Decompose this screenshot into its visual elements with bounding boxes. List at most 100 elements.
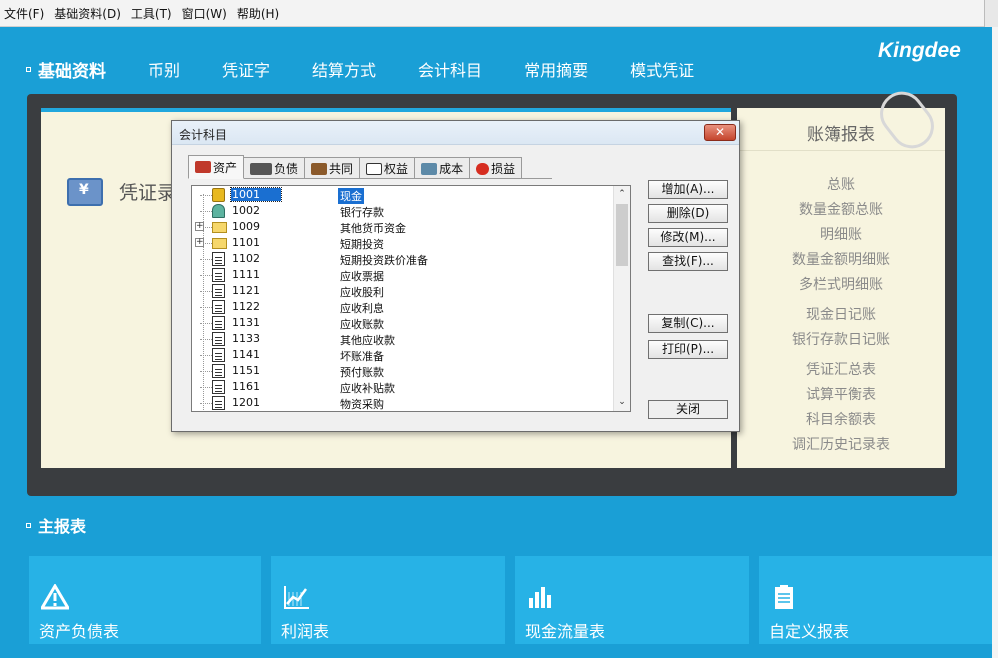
ledger-qty-general[interactable]: 数量金额总账 <box>737 199 945 219</box>
main-reports-nav: 主报表 <box>26 513 86 537</box>
tree-row[interactable]: 1141 坏账准备 <box>192 347 612 363</box>
card-icon <box>250 162 273 175</box>
ledger-general[interactable]: 总账 <box>737 174 945 194</box>
right-scrollbar[interactable] <box>992 27 998 658</box>
nav-currency[interactable]: 币别 <box>148 57 180 81</box>
document-icon <box>212 348 225 362</box>
accounts-tree[interactable]: 1001 现金 1002 银行存款 + 1009 其他货币资金 + 1101 短… <box>191 185 631 412</box>
ledger-voucher-summary[interactable]: 凭证汇总表 <box>737 359 945 379</box>
document-icon <box>212 268 225 282</box>
print-button[interactable]: 打印(P)... <box>648 340 728 359</box>
tree-row[interactable]: 1151 预付账款 <box>192 363 612 379</box>
nav-accounts[interactable]: 会计科目 <box>418 57 482 81</box>
tree-row[interactable]: 1111 应收票据 <box>192 267 612 283</box>
tree-scrollbar[interactable]: ⌃ ⌄ <box>613 186 630 411</box>
tree-row[interactable]: 1133 其他应收款 <box>192 331 612 347</box>
scroll-up-icon[interactable]: ⌃ <box>617 189 627 199</box>
copy-button[interactable]: 复制(C)... <box>648 314 728 333</box>
ledger-qty-detail[interactable]: 数量金额明细账 <box>737 249 945 269</box>
folder-icon <box>212 222 227 233</box>
close-button[interactable]: 关闭 <box>648 400 728 419</box>
ledger-title: 账簿报表 <box>807 125 875 145</box>
dialog-title: 会计科目 <box>179 128 228 142</box>
clipboard-icon <box>775 585 793 609</box>
line-chart-icon <box>284 586 309 609</box>
menu-tools[interactable]: 工具(T) <box>131 3 172 24</box>
ledger-detail[interactable]: 明细账 <box>737 224 945 244</box>
tile-label: 现金流量表 <box>525 622 606 641</box>
menu-file[interactable]: 文件(F) <box>4 3 44 24</box>
tile-balance-sheet[interactable]: 资产负债表 <box>29 556 261 644</box>
tile-income-statement[interactable]: 利润表 <box>271 556 505 644</box>
expand-icon[interactable]: + <box>195 222 204 231</box>
tab-equity[interactable]: 权益 <box>359 157 416 179</box>
tree-row[interactable]: 1102 短期投资跌价准备 <box>192 251 612 267</box>
tree-row[interactable]: 1002 银行存款 <box>192 203 612 219</box>
section-bullet-icon <box>26 66 31 72</box>
tree-row[interactable]: 1131 应收账款 <box>192 315 612 331</box>
apple-icon <box>476 162 490 175</box>
bank-icon <box>212 204 225 218</box>
tile-custom-report[interactable]: 自定义报表 <box>759 556 992 644</box>
car-icon <box>195 161 211 173</box>
tree-row[interactable]: 1122 应收利息 <box>192 299 612 315</box>
voucher-icon[interactable]: ¥ <box>67 178 103 206</box>
tile-label: 自定义报表 <box>769 622 850 641</box>
document-icon <box>212 332 225 346</box>
ledger-multi-column[interactable]: 多栏式明细账 <box>737 274 945 294</box>
folder-icon <box>212 238 227 249</box>
tree-row[interactable]: 1121 应收股利 <box>192 283 612 299</box>
find-button[interactable]: 查找(F)... <box>648 252 728 271</box>
ledger-account-balance[interactable]: 科目余额表 <box>737 409 945 429</box>
menu-help[interactable]: 帮助(H) <box>237 3 279 24</box>
add-button[interactable]: 增加(A)... <box>648 180 728 199</box>
tab-liabilities[interactable]: 负债 <box>243 157 306 179</box>
document-icon <box>212 396 225 410</box>
delete-button[interactable]: 删除(D) <box>648 204 728 223</box>
ledger-divider <box>737 150 945 151</box>
ledger-trial-balance[interactable]: 试算平衡表 <box>737 384 945 404</box>
tile-cash-flow[interactable]: 现金流量表 <box>515 556 749 644</box>
document-icon <box>212 300 225 314</box>
menu-basic-data[interactable]: 基础资料(D) <box>54 3 121 24</box>
people-icon <box>311 162 328 175</box>
chart-of-accounts-dialog: 会计科目 ✕ 资产 负债 共同 权益 成本 损益 1001 现金 1002 银行… <box>171 120 740 432</box>
ledger-cash-journal[interactable]: 现金日记账 <box>737 304 945 324</box>
ledger-bank-journal[interactable]: 银行存款日记账 <box>737 329 945 349</box>
menubar: 文件(F) 基础资料(D) 工具(T) 窗口(W) 帮助(H) <box>0 0 998 27</box>
expand-icon[interactable]: + <box>195 238 204 247</box>
tab-profit-loss[interactable]: 损益 <box>469 157 523 179</box>
document-icon <box>212 380 225 394</box>
factory-icon <box>421 162 438 175</box>
bar-chart-icon <box>529 587 551 608</box>
document-icon <box>212 284 225 298</box>
tab-assets[interactable]: 资产 <box>188 155 245 179</box>
basic-data-nav: 基础资料 币别 凭证字 结算方式 会计科目 常用摘要 模式凭证 <box>26 55 736 83</box>
tree-row[interactable]: 1201 物资采购 <box>192 395 612 411</box>
voucher-entry-link[interactable]: 凭证录 <box>119 178 176 205</box>
document-icon <box>212 252 225 266</box>
certificate-icon <box>366 162 383 175</box>
tree-row[interactable]: + 1009 其他货币资金 <box>192 219 612 235</box>
tree-row[interactable]: + 1101 短期投资 <box>192 235 612 251</box>
ledger-fx-history[interactable]: 调汇历史记录表 <box>737 434 945 454</box>
section-title-main-reports: 主报表 <box>38 517 87 536</box>
nav-settlement[interactable]: 结算方式 <box>312 57 376 81</box>
nav-summary[interactable]: 常用摘要 <box>524 57 588 81</box>
tree-row[interactable]: 1161 应收补贴款 <box>192 379 612 395</box>
scroll-down-icon[interactable]: ⌄ <box>617 397 627 407</box>
close-icon[interactable]: ✕ <box>704 124 736 141</box>
modify-button[interactable]: 修改(M)... <box>648 228 728 247</box>
cash-icon <box>212 188 225 202</box>
scroll-thumb[interactable] <box>616 204 628 266</box>
ledger-panel: 账簿报表 总账 数量金额总账 明细账 数量金额明细账 多栏式明细账 现金日记账 … <box>737 82 945 468</box>
tab-common[interactable]: 共同 <box>304 157 361 179</box>
menu-window[interactable]: 窗口(W) <box>182 3 227 24</box>
window-edge <box>984 0 998 27</box>
nav-voucher-word[interactable]: 凭证字 <box>222 57 270 81</box>
nav-template-voucher[interactable]: 模式凭证 <box>630 57 694 81</box>
dialog-titlebar[interactable]: 会计科目 ✕ <box>172 121 739 145</box>
tab-cost[interactable]: 成本 <box>414 157 471 179</box>
tree-row[interactable]: 1001 现金 <box>192 187 612 204</box>
section-bullet-icon <box>26 522 31 528</box>
